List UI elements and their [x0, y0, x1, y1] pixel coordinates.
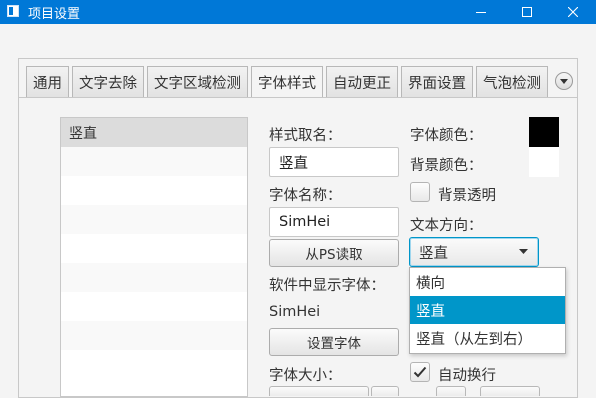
auto-wrap-label: 自动换行: [438, 368, 496, 384]
read-from-ps-button[interactable]: 从PS读取: [269, 239, 399, 267]
bg-color-swatch[interactable]: [529, 147, 559, 177]
list-item-empty: [61, 263, 247, 292]
bg-color-label: 背景颜色：: [410, 158, 483, 174]
maximize-icon: [522, 7, 532, 17]
list-item-empty: [61, 176, 247, 205]
tab-label: 界面设置: [408, 75, 466, 92]
chevron-down-icon: [560, 78, 568, 84]
font-color-label: 字体颜色：: [410, 128, 483, 144]
list-item-empty: [61, 292, 247, 321]
check-icon: [413, 366, 427, 378]
app-icon: [7, 5, 19, 17]
tab-auto-correct[interactable]: 自动更正: [326, 66, 398, 97]
bg-transparent-label: 背景透明: [438, 188, 496, 204]
display-font-value: SimHei: [269, 304, 321, 320]
list-item-label: 竖直: [69, 125, 97, 142]
font-name-input[interactable]: SimHei: [269, 207, 399, 237]
tab-general[interactable]: 通用: [26, 66, 69, 97]
font-size-stepper[interactable]: [371, 386, 399, 396]
minimize-icon: [476, 12, 486, 13]
minimize-button[interactable]: [458, 0, 504, 24]
font-size-label: 字体大小：: [269, 368, 342, 384]
window-title-bar: 项目设置: [0, 0, 596, 24]
list-item-empty: [61, 234, 247, 263]
list-item-empty: [61, 147, 247, 176]
list-item-empty: [61, 350, 247, 379]
display-font-label: 软件中显示字体：: [269, 278, 385, 294]
text-direction-select[interactable]: 竖直: [409, 237, 539, 267]
text-direction-dropdown: 横向 竖直 竖直（从左到右）: [409, 267, 566, 354]
tab-interface-settings[interactable]: 界面设置: [401, 66, 473, 97]
tab-label: 字体样式: [258, 76, 316, 92]
close-button[interactable]: [550, 0, 596, 24]
auto-wrap-checkbox[interactable]: [410, 362, 430, 382]
tab-label: 文字区域检测: [154, 75, 241, 92]
list-item[interactable]: 竖直: [61, 118, 247, 147]
tab-overflow-button[interactable]: [555, 72, 573, 90]
chevron-down-icon: [519, 249, 528, 254]
bottom-control[interactable]: [480, 386, 540, 396]
maximize-button[interactable]: [504, 0, 550, 24]
bg-transparent-checkbox[interactable]: [410, 182, 430, 202]
font-color-swatch[interactable]: [529, 117, 559, 147]
tab-font-style[interactable]: 字体样式: [251, 66, 323, 98]
text-direction-label: 文本方向：: [410, 218, 483, 234]
text-direction-option-vertical[interactable]: 竖直: [410, 296, 565, 324]
text-direction-value: 竖直: [419, 245, 448, 262]
text-direction-option-horizontal[interactable]: 横向: [410, 268, 565, 296]
list-item-empty: [61, 321, 247, 350]
tab-text-removal[interactable]: 文字去除: [72, 66, 144, 97]
tab-bar: 通用 文字去除 文字区域检测 字体样式 自动更正 界面设置 气泡检测: [26, 66, 551, 98]
tab-label: 自动更正: [333, 75, 391, 92]
font-size-input[interactable]: [269, 386, 369, 396]
window-title: 项目设置: [28, 7, 81, 22]
text-direction-option-vertical-ltr[interactable]: 竖直（从左到右）: [410, 324, 565, 352]
bottom-control[interactable]: [436, 386, 466, 396]
tab-bubble-detection[interactable]: 气泡检测: [476, 66, 548, 97]
tab-label: 气泡检测: [483, 75, 541, 92]
tab-text-region-detection[interactable]: 文字区域检测: [147, 66, 248, 97]
tab-label: 文字去除: [79, 75, 137, 92]
close-icon: [568, 7, 578, 17]
style-list[interactable]: 竖直: [60, 117, 248, 397]
style-name-input[interactable]: 竖直: [269, 147, 399, 177]
font-name-label: 字体名称：: [269, 188, 342, 204]
list-item-empty: [61, 205, 247, 234]
set-font-button[interactable]: 设置字体: [269, 328, 399, 356]
tab-label: 通用: [33, 75, 62, 92]
style-name-label: 样式取名：: [269, 128, 342, 144]
